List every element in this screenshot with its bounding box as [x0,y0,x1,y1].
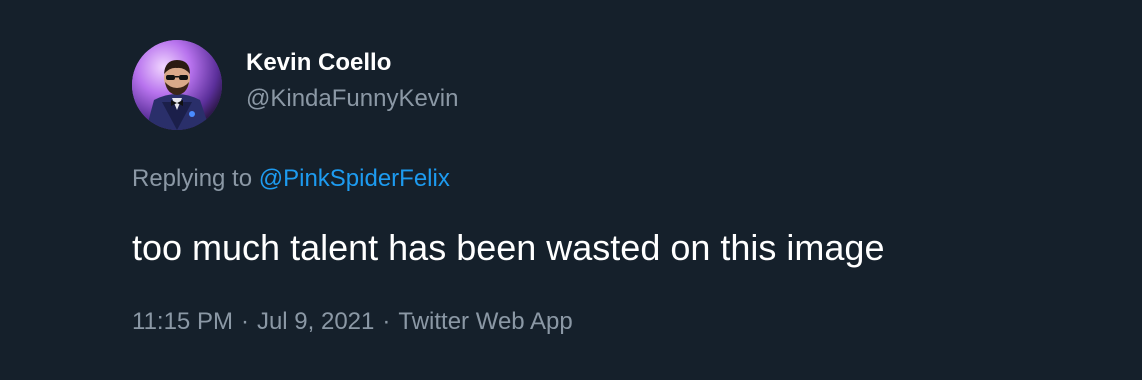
author-info: Kevin Coello @KindaFunnyKevin [246,48,458,114]
tweet-card: Kevin Coello @KindaFunnyKevin Replying t… [0,0,1142,380]
user-handle[interactable]: @KindaFunnyKevin [246,84,458,114]
tweet-source[interactable]: Twitter Web App [398,308,572,335]
tweet-text: too much talent has been wasted on this … [132,227,885,268]
replying-to: Replying to @PinkSpiderFelix [132,164,450,194]
reply-target-link[interactable]: @PinkSpiderFelix [259,165,450,192]
tweet-time[interactable]: 11:15 PM [132,308,233,335]
avatar[interactable] [132,40,222,130]
meta-separator: · [240,308,249,335]
tweet-date[interactable]: Jul 9, 2021 [257,308,374,335]
display-name[interactable]: Kevin Coello [246,48,458,78]
replying-to-label: Replying to [132,165,253,192]
tweet-metadata: 11:15 PM · Jul 9, 2021 · Twitter Web App [132,306,573,338]
meta-separator: · [382,308,391,335]
avatar-photo [132,40,222,130]
